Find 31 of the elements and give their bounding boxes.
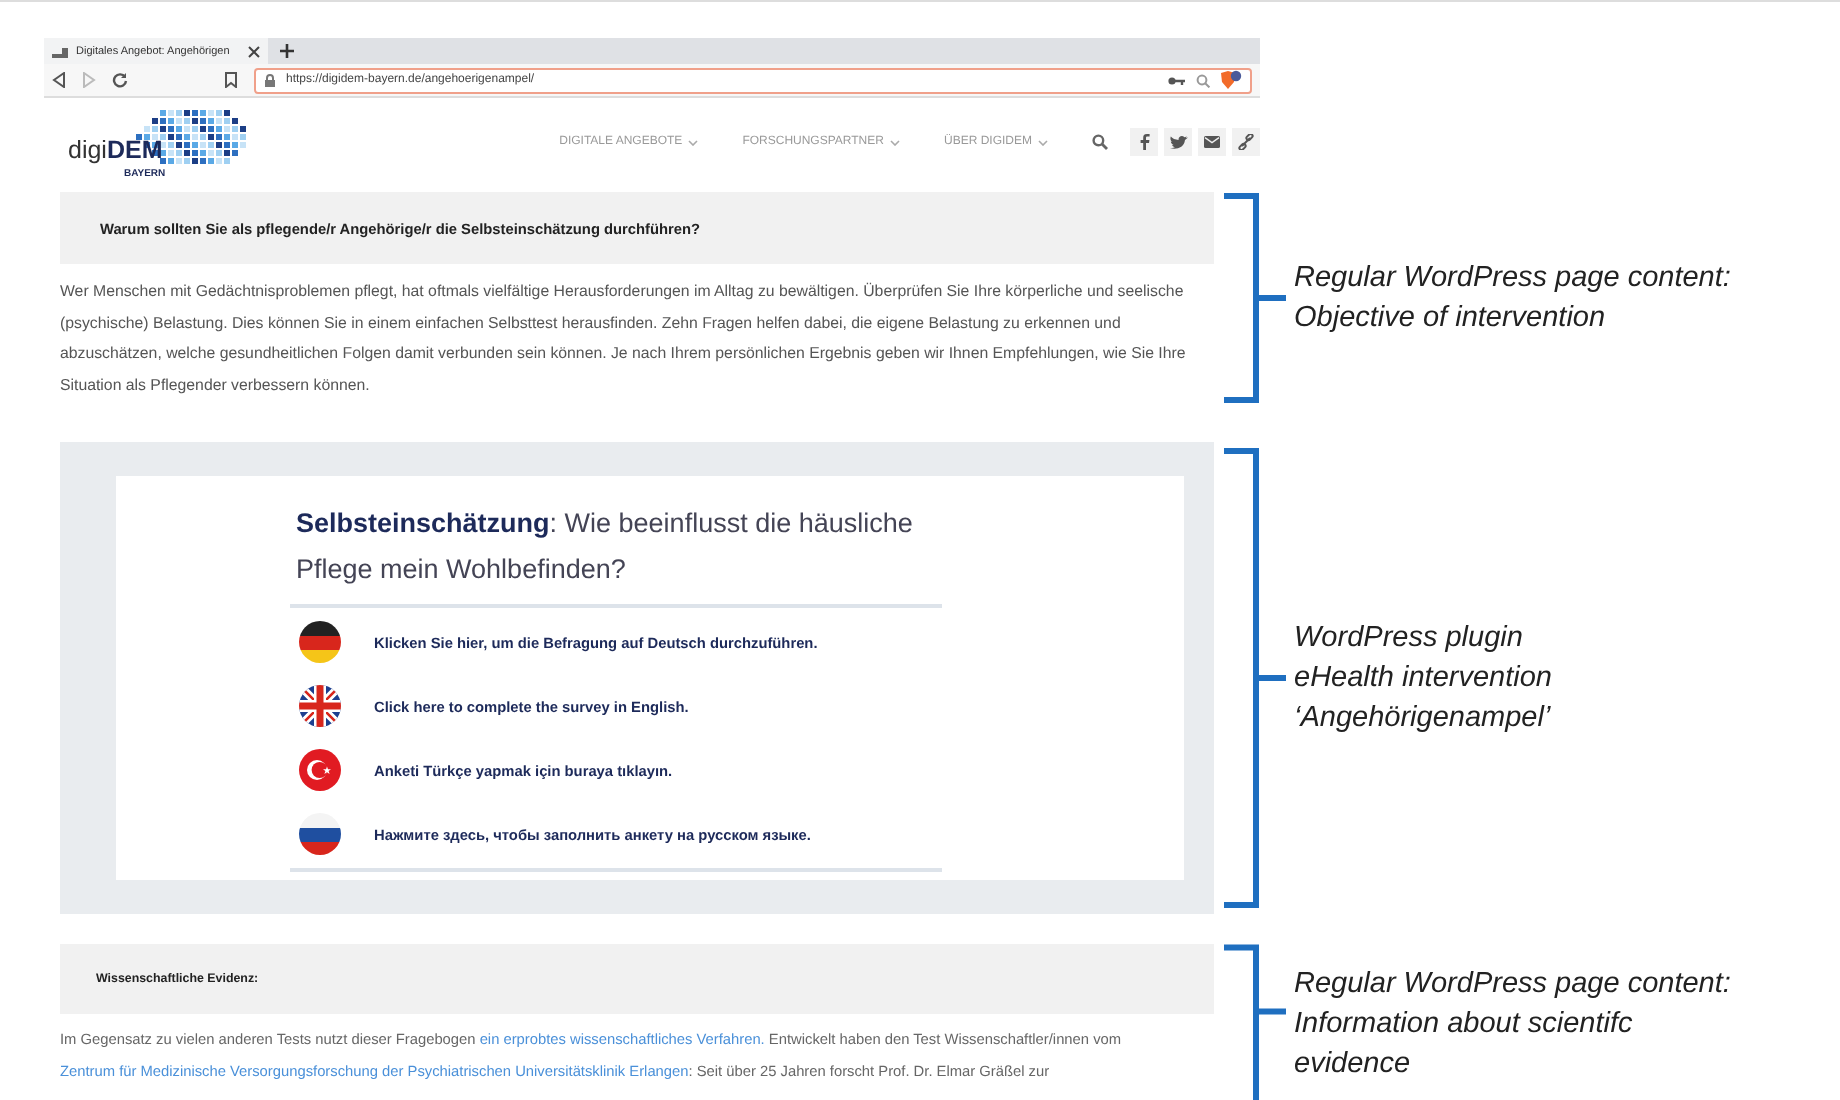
logo-text[interactable]: digiDEM [68, 136, 163, 164]
caret-icon [1038, 139, 1048, 145]
facebook-button[interactable] [1130, 128, 1158, 156]
mail-button[interactable] [1198, 128, 1226, 156]
signal-icon [52, 45, 68, 57]
search-icon[interactable] [1092, 134, 1108, 150]
f-letter-icon [1139, 134, 1149, 150]
shield-icon[interactable] [1220, 70, 1242, 90]
lock-icon [264, 73, 276, 87]
german-flag-icon[interactable] [298, 620, 342, 664]
annotation-text: Regular WordPress page content: Objective of intervention [1294, 260, 1731, 338]
back-icon[interactable] [52, 72, 66, 88]
bird-button[interactable] [1164, 128, 1192, 156]
mail-icon [1204, 136, 1220, 148]
survey-title: Selbsteinschätzung: Wie beeinflusst die häusliche Pflege mein Wohlbefinden? [290, 500, 942, 608]
key-icon[interactable] [1168, 75, 1186, 85]
russian-flag-icon[interactable] [298, 812, 342, 856]
bird-icon [1169, 135, 1187, 149]
link-icon [1238, 134, 1254, 150]
close-icon[interactable] [248, 45, 260, 57]
annotation-text: WordPress plugin eHealth intervention ‘Angehörigenampel’ [1294, 620, 1552, 738]
caret-icon [688, 139, 699, 145]
new-tab-icon[interactable] [280, 44, 294, 58]
turkish-flag-icon[interactable] [298, 748, 342, 792]
search-icon[interactable] [1196, 73, 1210, 87]
link-button[interactable] [1232, 128, 1260, 156]
union-flag-icon[interactable] [298, 684, 342, 728]
caret-icon [889, 139, 900, 145]
annotation-text: Regular WordPress page content: Information about scientifc evidence [1294, 966, 1731, 1084]
reload-icon[interactable] [112, 72, 128, 88]
bookmark-icon[interactable] [224, 72, 238, 88]
